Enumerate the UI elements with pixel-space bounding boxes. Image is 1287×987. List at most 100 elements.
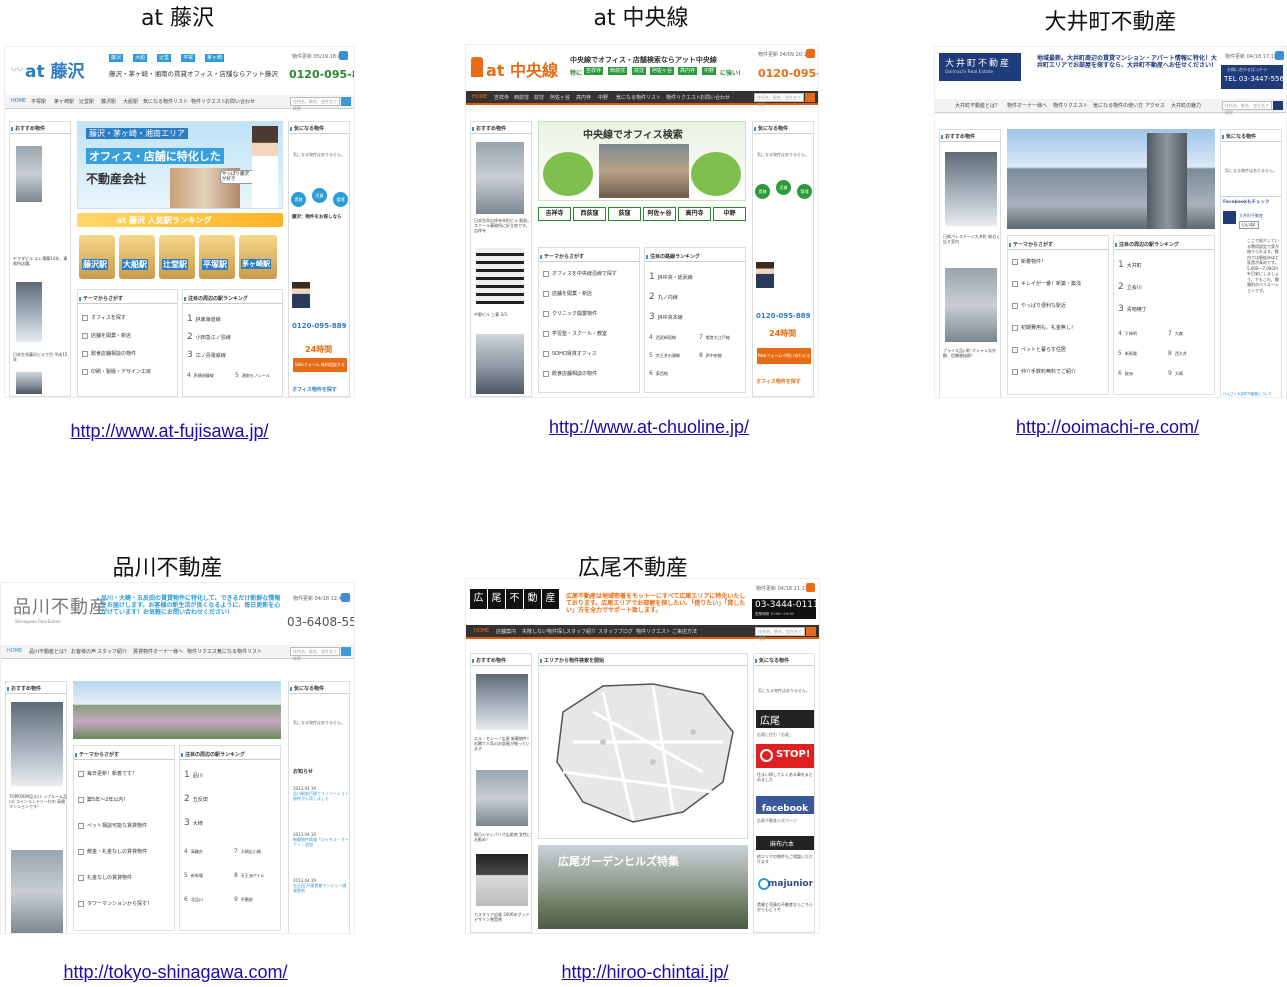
area-tag[interactable]: 藤沢	[109, 54, 124, 62]
nav-item[interactable]: 茅ヶ崎駅	[54, 98, 74, 105]
rank-item[interactable]: 4 西武新宿線	[649, 334, 676, 341]
theme-item[interactable]: タワーマンションから探す！	[78, 900, 152, 909]
site-url-link[interactable]: http://www.at-chuoline.jp/	[470, 417, 828, 438]
stop-banner[interactable]: STOP!	[756, 744, 814, 768]
rss-icon[interactable]	[806, 49, 815, 58]
theme-item[interactable]: 学習塾・スクール・教室	[543, 330, 607, 339]
theme-item[interactable]: オフィスを探す	[82, 314, 126, 323]
rank-item[interactable]: 1 大井町	[1118, 260, 1142, 270]
area-tag[interactable]: 中野	[702, 67, 717, 75]
rank-item[interactable]: 1 JR中央・総武線	[649, 272, 693, 282]
nav-item[interactable]: 吉祥寺	[494, 94, 509, 101]
station-button[interactable]: 西荻窪	[573, 207, 606, 221]
rank-item[interactable]: 8 天王洲アイル	[234, 872, 265, 879]
search-button[interactable]	[805, 93, 815, 102]
phone-number[interactable]: 0120-095-889	[292, 322, 347, 330]
station-button[interactable]: 高円寺	[678, 207, 711, 221]
nav-item[interactable]: 気になる物件リスト	[217, 648, 262, 655]
nav-item[interactable]: 気になる物件リスト	[616, 94, 661, 101]
nav-item[interactable]: 荻窪	[534, 94, 544, 101]
area-banner[interactable]: 麻布六本	[756, 836, 814, 850]
rank-item[interactable]: 3 江ノ島電鉄線	[187, 350, 226, 360]
property-thumbnail[interactable]	[945, 268, 997, 342]
station-button[interactable]: 阿佐ヶ谷	[643, 207, 676, 221]
phone-number[interactable]: 0120-095-889	[758, 67, 818, 80]
nav-item[interactable]: スタッフ紹介	[97, 648, 127, 655]
rss-icon[interactable]	[1275, 51, 1284, 60]
hero-photo[interactable]	[73, 681, 281, 739]
search-input[interactable]: 住所名、駅名、会社名で検索	[754, 93, 804, 107]
nav-item[interactable]: 中野	[598, 94, 608, 101]
nav-item[interactable]: 気になる物件リスト	[143, 98, 188, 105]
nav-item[interactable]: 気になる物件の使い方	[1093, 102, 1143, 109]
rent-icon[interactable]: 賃貸	[755, 184, 770, 199]
nav-item[interactable]: ご来店方法	[672, 628, 697, 635]
nav-home[interactable]: HOME	[474, 628, 489, 634]
rank-item[interactable]: 4 高輪台	[184, 848, 203, 855]
search-button[interactable]	[341, 97, 351, 106]
theme-item[interactable]: 敷金・礼金なしの賃貸物件	[78, 848, 147, 857]
rss-icon[interactable]	[806, 583, 815, 592]
rank-item[interactable]: 3 青物横丁	[1118, 304, 1147, 314]
rank-item[interactable]: 3 大崎	[184, 818, 203, 828]
majunior-banner[interactable]: majunior	[756, 876, 814, 898]
sale-icon[interactable]: 売買	[312, 188, 327, 203]
property-thumbnail[interactable]	[16, 282, 42, 342]
station-button[interactable]: 荻窪	[608, 207, 641, 221]
site-url-link[interactable]: http://hiroo-chintai.jp/	[466, 962, 824, 983]
rss-icon[interactable]	[339, 51, 348, 60]
manage-icon[interactable]: 管理	[797, 184, 812, 199]
office-search-link[interactable]: オフィス物件を探す	[292, 386, 337, 393]
nav-item[interactable]: 高円寺	[576, 94, 591, 101]
phone-number[interactable]: 0120-095-889	[756, 312, 811, 320]
site-url-link[interactable]: http://ooimachi-re.com/	[931, 417, 1284, 438]
nav-item[interactable]: 物件リクエスト	[636, 628, 671, 635]
property-thumbnail[interactable]	[945, 152, 997, 226]
contact-box[interactable]: お問い合わせはコチラ TEL 03-3447-5568	[1221, 65, 1286, 89]
property-thumbnail[interactable]	[16, 146, 42, 202]
theme-item[interactable]: 仲介手数料無料でご紹介	[1012, 368, 1076, 377]
news-item[interactable]: 2013.04.19 五反田 戸建賃貸マンション情報更新	[293, 878, 349, 893]
nav-item[interactable]: 西荻窪	[514, 94, 529, 101]
rank-item[interactable]: 7 都営大江戸線	[699, 334, 730, 341]
search-button[interactable]	[341, 647, 351, 656]
nav-item[interactable]: 大井町不動産とは？	[955, 102, 1000, 109]
rank-item[interactable]: 5 京王井の頭線	[649, 352, 680, 359]
search-input[interactable]: 住所名、駅名、会社名で検索	[755, 627, 805, 641]
theme-item[interactable]: 毎日更新！新着です！	[78, 770, 137, 779]
station-tile[interactable]: 平塚駅	[199, 235, 235, 279]
area-map[interactable]	[543, 672, 743, 832]
theme-item[interactable]: ペット相談可能な賃貸物件	[78, 822, 147, 831]
rank-item[interactable]: 2 立会川	[1118, 282, 1142, 292]
area-tag[interactable]: 茅ヶ崎	[205, 54, 225, 62]
area-tag[interactable]: 荻窪	[632, 67, 647, 75]
rank-item[interactable]: 6 鮫洲	[1118, 370, 1133, 377]
hero-photo[interactable]	[1007, 129, 1215, 229]
rank-item[interactable]: 2 丸ノ内線	[649, 292, 678, 302]
nav-item[interactable]: お客様の声	[71, 648, 96, 655]
area-tag[interactable]: 吉祥寺	[584, 67, 604, 75]
about-link[interactable]: けんさく大井町不動産について	[1223, 392, 1272, 397]
search-input[interactable]: 住所名、駅名、会社名で検索	[290, 97, 340, 111]
station-tile[interactable]: 辻堂駅	[159, 235, 195, 279]
site-url-link[interactable]: http://www.at-fujisawa.jp/	[0, 421, 347, 442]
station-button[interactable]: 中野	[713, 207, 746, 221]
theme-item[interactable]: やっぱり便利な駅近	[1012, 302, 1066, 311]
nav-home[interactable]: HOME	[11, 98, 26, 104]
property-thumbnail[interactable]	[476, 142, 524, 214]
theme-item[interactable]: ペットと暮らす住居	[1012, 346, 1066, 355]
search-input[interactable]: 住所名、駅名、会社名で検索	[1222, 101, 1272, 115]
area-tag[interactable]: 高円寺	[678, 67, 698, 75]
theme-item[interactable]: 新着物件！	[1012, 258, 1046, 267]
property-thumbnail[interactable]	[476, 674, 528, 730]
station-button[interactable]: 吉祥寺	[538, 207, 571, 221]
station-tile[interactable]: 茅ヶ崎駅	[239, 235, 277, 279]
facebook-banner[interactable]: facebook	[756, 796, 814, 814]
nav-item[interactable]: 店舗案内	[496, 628, 516, 635]
rank-item[interactable]: 4 下神明	[1118, 330, 1137, 337]
search-button[interactable]	[806, 627, 816, 636]
property-thumbnail[interactable]	[16, 372, 42, 394]
nav-item[interactable]: 物件リクエスト	[1053, 102, 1088, 109]
hero-banner[interactable]: 藤沢・茅ヶ崎・湘南エリア オフィス・店舗に特化した 不動産会社 やっぱり藤沢が好…	[77, 121, 283, 209]
manage-icon[interactable]: 管理	[333, 192, 348, 207]
